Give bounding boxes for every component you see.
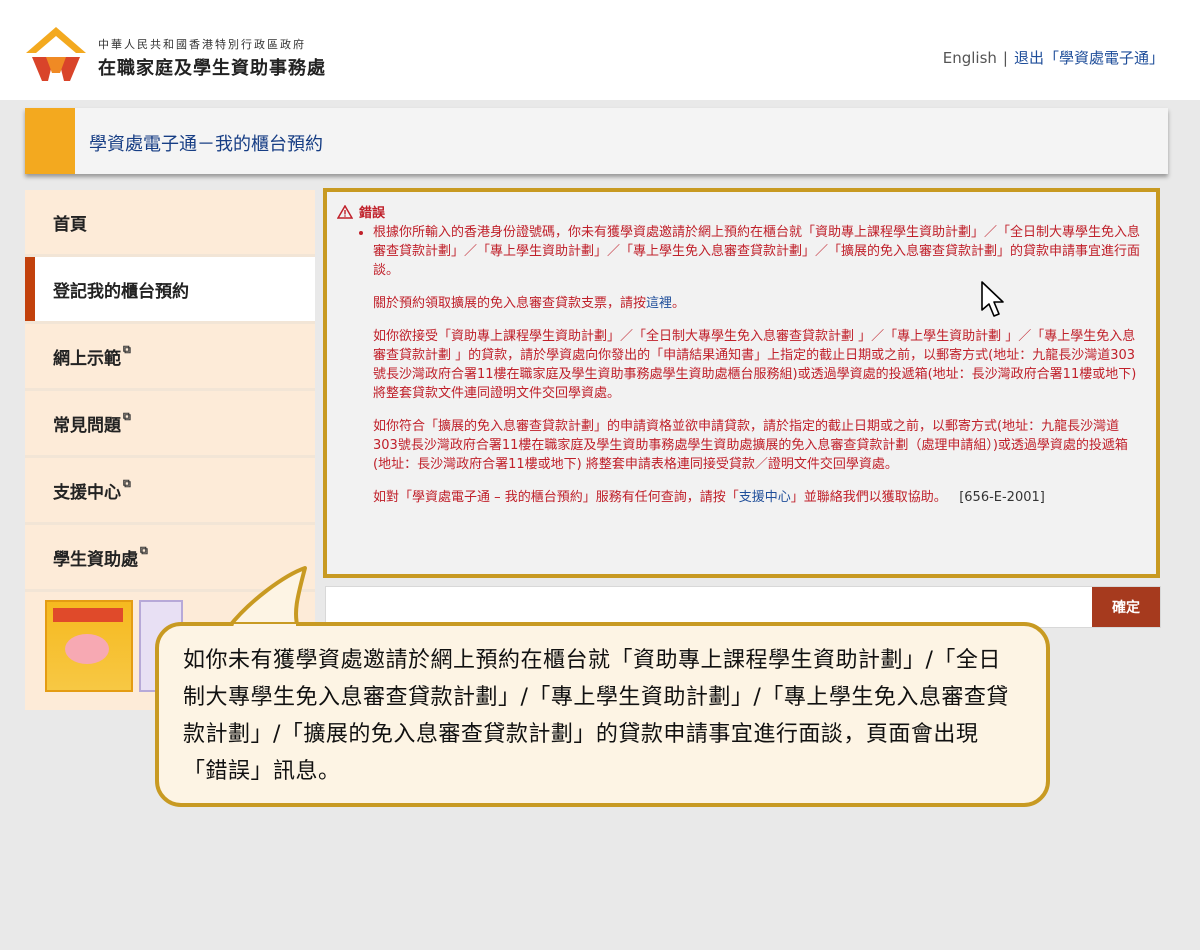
error-heading-text: 錯誤 [359, 206, 386, 221]
logout-link[interactable]: 退出「學資處電子通」 [1014, 49, 1164, 67]
link-separator: | [1002, 49, 1008, 67]
promo-poster-image[interactable] [45, 600, 133, 692]
error-paragraph-2: 關於預約領取擴展的免入息審查貸款支票，請按這裡。 [373, 294, 1140, 313]
sidebar-item-register-booking[interactable]: 登記我的櫃台預約 [25, 257, 315, 324]
sidebar-item-label: 登記我的櫃台預約 [53, 281, 189, 302]
error-panel: 錯誤 根據你所輸入的香港身份證號碼，你未有獲學資處邀請於網上預約在櫃台就「資助專… [323, 188, 1160, 578]
error-paragraph-2-text: 關於預約領取擴展的免入息審查貸款支票，請按 [373, 296, 647, 311]
error-paragraph-1: 根據你所輸入的香港身份證號碼，你未有獲學資處邀請於網上預約在櫃台就「資助專上課程… [373, 225, 1141, 278]
sidebar-item-student-finance-office[interactable]: 學生資助處 ⧉ [25, 525, 315, 592]
error-heading: 錯誤 [337, 202, 1140, 221]
poster-heading-block [53, 608, 123, 622]
sfo-logo-icon[interactable] [24, 25, 88, 83]
agency-name-line2: 在職家庭及學生資助事務處 [98, 58, 326, 79]
header-links: English | 退出「學資處電子通」 [943, 47, 1164, 68]
error-paragraph-2-end: 。 [672, 296, 686, 311]
sidebar-item-label: 首頁 [53, 214, 87, 235]
sidebar-item-label: 網上示範 [53, 348, 121, 369]
mouse-cursor-icon [981, 281, 1004, 317]
callout-annotation: 如你未有獲學資處邀請於網上預約在櫃台就「資助專上課程學生資助計劃」/「全日制大專… [155, 622, 1050, 807]
piggy-bank-icon [65, 634, 109, 664]
agency-name-line1: 中華人民共和國香港特別行政區政府 [98, 38, 306, 51]
english-link[interactable]: English [943, 49, 997, 67]
error-code: [656-E-2001] [959, 490, 1045, 505]
confirm-button[interactable]: 確定 [1092, 587, 1160, 627]
sidebar-item-home[interactable]: 首頁 [25, 190, 315, 257]
error-list: 根據你所輸入的香港身份證號碼，你未有獲學資處邀請於網上預約在櫃台就「資助專上課程… [337, 223, 1140, 507]
agency-name: 中華人民共和國香港特別行政區政府 在職家庭及學生資助事務處 [98, 36, 326, 80]
site-header: 中華人民共和國香港特別行政區政府 在職家庭及學生資助事務處 English | 退出… [0, 0, 1200, 100]
error-paragraph-4: 如你符合「擴展的免入息審查貸款計劃」的申請資格並欲申請貸款，請於指定的截止日期或… [373, 419, 1128, 472]
error-paragraph-3: 如你欲接受「資助專上課程學生資助計劃」／「全日制大專學生免入息審查貸款計劃 」／… [373, 329, 1137, 401]
page-title: 學資處電子通－我的櫃台預約 [89, 134, 323, 155]
error-paragraph-5: 如對「學資處電子通 – 我的櫃台預約」服務有任何查詢，請按「支援中心」並聯絡我們… [373, 488, 1140, 507]
sidebar-item-online-demo[interactable]: 網上示範 ⧉ [25, 324, 315, 391]
sidebar-item-support-centre[interactable]: 支援中心 ⧉ [25, 458, 315, 525]
sidebar-item-faq[interactable]: 常見問題 ⧉ [25, 391, 315, 458]
error-item: 根據你所輸入的香港身份證號碼，你未有獲學資處邀請於網上預約在櫃台就「資助專上課程… [373, 223, 1140, 507]
sidebar-item-label: 常見問題 [53, 415, 121, 436]
external-link-icon: ⧉ [123, 477, 131, 490]
sidebar-item-label: 支援中心 [53, 482, 121, 503]
title-accent-block [25, 108, 75, 174]
warning-icon [337, 204, 353, 219]
external-link-icon: ⧉ [123, 410, 131, 423]
error-paragraph-5-end: 」並聯絡我們以獲取協助。 [790, 490, 947, 505]
error-paragraph-5-text: 如對「學資處電子通 – 我的櫃台預約」服務有任何查詢，請按「 [373, 490, 739, 505]
support-centre-link[interactable]: 支援中心 [739, 490, 791, 505]
external-link-icon: ⧉ [123, 343, 131, 356]
sidebar-item-label: 學生資助處 [53, 549, 138, 570]
page-title-bar: 學資處電子通－我的櫃台預約 [25, 108, 1168, 174]
external-link-icon: ⧉ [140, 544, 148, 557]
cheque-booking-link[interactable]: 這裡 [646, 296, 672, 311]
